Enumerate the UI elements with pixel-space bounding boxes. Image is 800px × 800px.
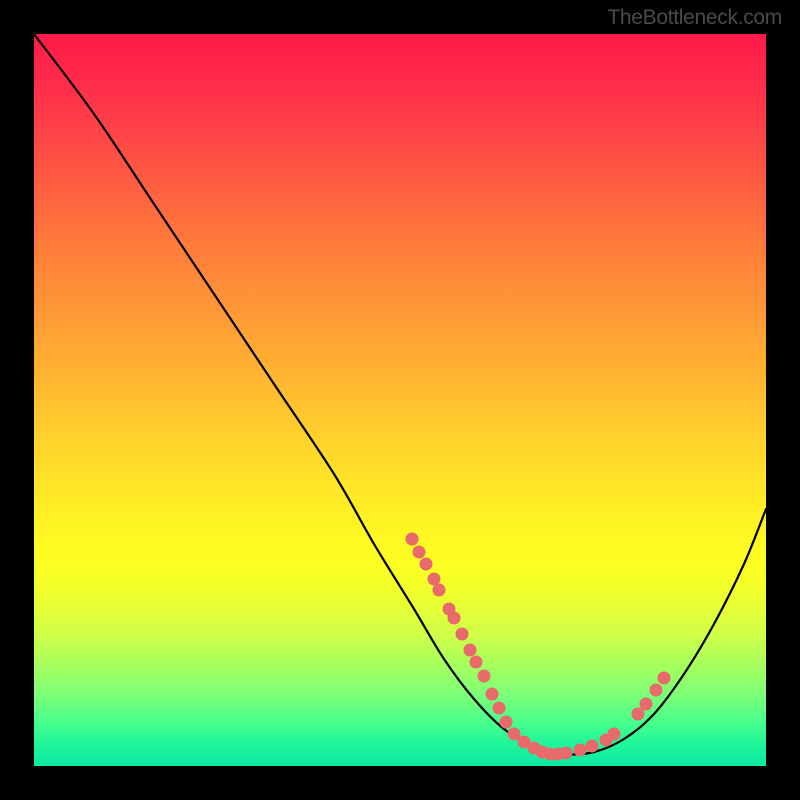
main-curve: [34, 34, 766, 754]
data-dot: [586, 740, 599, 753]
data-dot: [433, 584, 446, 597]
data-dots: [406, 533, 671, 761]
data-dot: [560, 747, 573, 760]
data-dot: [456, 628, 469, 641]
curve-svg: [34, 34, 766, 766]
data-dot: [486, 688, 499, 701]
data-dot: [500, 716, 513, 729]
data-dot: [493, 702, 506, 715]
data-dot: [420, 558, 433, 571]
data-dot: [406, 533, 419, 546]
data-dot: [413, 546, 426, 559]
data-dot: [650, 684, 663, 697]
data-dot: [470, 656, 483, 669]
data-dot: [574, 744, 587, 757]
data-dot: [608, 728, 621, 741]
data-dot: [464, 644, 477, 657]
plot-area: [34, 34, 766, 766]
data-dot: [640, 698, 653, 711]
data-dot: [478, 670, 491, 683]
watermark-text: TheBottleneck.com: [607, 6, 782, 30]
data-dot: [448, 612, 461, 625]
data-dot: [658, 672, 671, 685]
